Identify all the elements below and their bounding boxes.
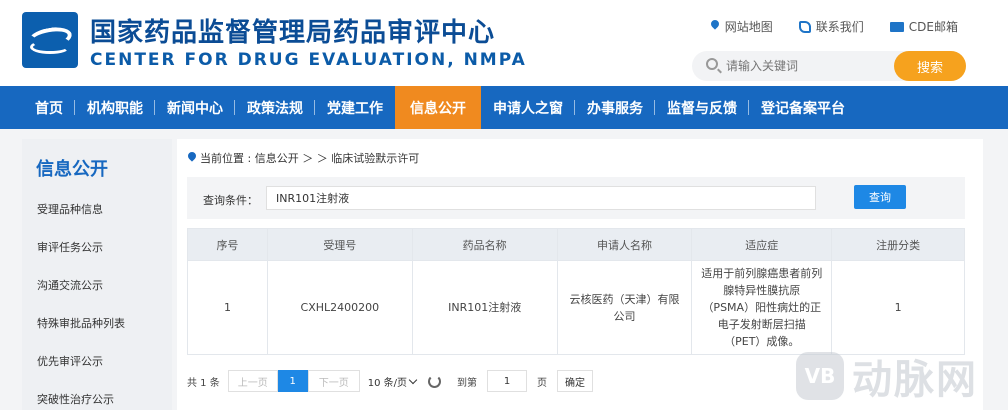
- page-1-button[interactable]: 1: [277, 370, 308, 392]
- nav-feedback[interactable]: 监督与反馈: [655, 86, 749, 129]
- cell-applicant: 云核医药（天津）有限公司: [556, 260, 693, 355]
- watermark-logo: VB: [796, 352, 844, 400]
- cell-acceptance-no: CXHL2400200: [266, 260, 413, 355]
- query-input[interactable]: INR101注射液: [266, 186, 816, 210]
- sidebar-item-priority-review[interactable]: 优先审评公示: [37, 353, 103, 369]
- watermark: VB 动脉网: [796, 347, 978, 405]
- contact-link[interactable]: 联系我们: [798, 18, 864, 35]
- main-nav: 首页 机构职能 新闻中心 政策法规 党建工作 信息公开 申请人之窗 办事服务 监…: [0, 86, 1008, 129]
- search-icon: [706, 58, 718, 70]
- sidebar-item-review-tasks[interactable]: 审评任务公示: [37, 239, 103, 255]
- breadcrumb: 当前位置 : 信息公开 ＞ ＞ 临床试验默示许可: [187, 150, 419, 166]
- pagination: 共 1 条 上一页 1 下一页 10 条/页 到第 1 页 确定: [187, 370, 594, 392]
- nav-policy[interactable]: 政策法规: [235, 86, 315, 129]
- search-input[interactable]: [726, 51, 891, 81]
- goto-label: 到第: [457, 377, 478, 389]
- goto-confirm-button[interactable]: 确定: [557, 370, 594, 392]
- sidebar-title: 信息公开: [36, 159, 108, 180]
- location-pin-icon: [187, 152, 196, 164]
- search-button[interactable]: 搜索: [894, 51, 966, 81]
- watermark-text: 动脉网: [852, 357, 978, 403]
- col-header-index: 序号: [187, 228, 268, 261]
- prev-page-button[interactable]: 上一页: [227, 370, 278, 392]
- col-header-acceptance-no: 受理号: [266, 228, 413, 261]
- results-table: 序号 受理号 药品名称 申请人名称 适应症 注册分类 1 CXHL2400200…: [187, 228, 965, 355]
- site-search: 搜索: [692, 51, 966, 81]
- nav-applicant[interactable]: 申请人之窗: [481, 86, 575, 129]
- page-unit-label: 页: [537, 377, 548, 389]
- query-label: 查询条件：: [203, 194, 258, 207]
- goto-page-input[interactable]: 1: [487, 370, 528, 392]
- sidebar-item-communication[interactable]: 沟通交流公示: [37, 277, 103, 293]
- table-row[interactable]: 1 CXHL2400200 INR101注射液 云核医药（天津）有限公司 适用于…: [187, 260, 965, 355]
- cell-drug-name: INR101注射液: [411, 260, 558, 355]
- next-page-button[interactable]: 下一页: [307, 370, 360, 392]
- site-title-en: CENTER FOR DRUG EVALUATION, NMPA: [90, 50, 527, 70]
- nav-info-disclosure[interactable]: 信息公开: [395, 86, 481, 129]
- location-pin-icon: [710, 20, 720, 33]
- sidebar-item-breakthrough[interactable]: 突破性治疗公示: [37, 391, 114, 407]
- site-header: 国家药品监督管理局药品审评中心 CENTER FOR DRUG EVALUATI…: [0, 0, 1008, 86]
- nav-institution[interactable]: 机构职能: [75, 86, 155, 129]
- breadcrumb-text: 当前位置 : 信息公开 ＞ ＞ 临床试验默示许可: [200, 152, 420, 165]
- col-header-applicant: 申请人名称: [556, 228, 693, 261]
- site-title-cn: 国家药品监督管理局药品审评中心: [90, 18, 496, 48]
- refresh-icon[interactable]: [428, 374, 442, 388]
- nav-party[interactable]: 党建工作: [315, 86, 395, 129]
- sidebar-item-accepted[interactable]: 受理品种信息: [37, 201, 103, 217]
- query-button[interactable]: 查询: [854, 185, 906, 209]
- nav-news[interactable]: 新闻中心: [155, 86, 235, 129]
- phone-icon: [798, 20, 811, 33]
- nav-registration[interactable]: 登记备案平台: [749, 86, 857, 129]
- nav-home[interactable]: 首页: [23, 86, 75, 129]
- cell-index: 1: [187, 260, 268, 355]
- total-count: 共 1 条: [187, 377, 220, 389]
- cde-mail-link[interactable]: CDE邮箱: [889, 18, 958, 35]
- chevron-down-icon: [408, 375, 418, 384]
- sitemap-link[interactable]: 网站地图: [710, 18, 773, 35]
- col-header-drug-name: 药品名称: [411, 228, 558, 261]
- col-header-indication: 适应症: [691, 228, 833, 261]
- cell-indication: 适用于前列腺癌患者前列腺特异性膜抗原（PSMA）阳性病灶的正电子发射断层扫描（P…: [691, 260, 833, 355]
- top-links: 网站地图 联系我们 CDE邮箱: [710, 18, 958, 35]
- sidebar: 信息公开 受理品种信息 审评任务公示 沟通交流公示 特殊审批品种列表 优先审评公…: [22, 139, 172, 410]
- mail-icon: [889, 21, 904, 32]
- sidebar-item-special-approval[interactable]: 特殊审批品种列表: [37, 315, 125, 331]
- cell-registration-class: 1: [831, 260, 965, 355]
- cde-logo[interactable]: [22, 12, 78, 68]
- nav-services[interactable]: 办事服务: [575, 86, 655, 129]
- query-bar: 查询条件： INR101注射液 查询: [187, 177, 965, 219]
- table-header-row: 序号 受理号 药品名称 申请人名称 适应症 注册分类: [187, 228, 965, 261]
- col-header-registration-class: 注册分类: [831, 228, 965, 261]
- page-size-select[interactable]: 10 条/页: [368, 370, 418, 392]
